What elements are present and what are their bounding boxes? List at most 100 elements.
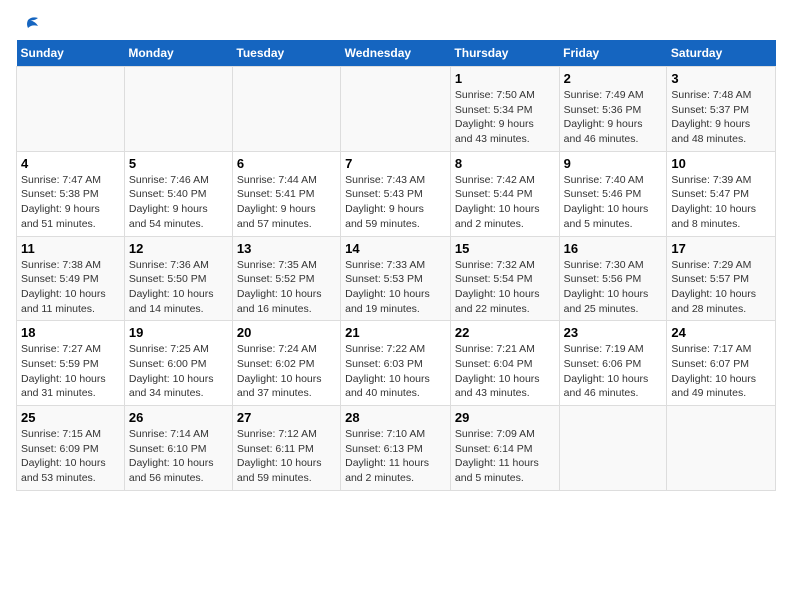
- calendar-cell: 25 Sunrise: 7:15 AMSunset: 6:09 PMDayligh…: [17, 406, 125, 491]
- calendar-cell: 4 Sunrise: 7:47 AMSunset: 5:38 PMDaylight…: [17, 151, 125, 236]
- calendar-cell: [17, 67, 125, 152]
- day-number: 6: [237, 156, 336, 171]
- day-number: 29: [455, 410, 555, 425]
- calendar-cell: 29 Sunrise: 7:09 AMSunset: 6:14 PMDayligh…: [450, 406, 559, 491]
- calendar-cell: 18 Sunrise: 7:27 AMSunset: 5:59 PMDayligh…: [17, 321, 125, 406]
- calendar-cell: 10 Sunrise: 7:39 AMSunset: 5:47 PMDayligh…: [667, 151, 776, 236]
- calendar-cell: 19 Sunrise: 7:25 AMSunset: 6:00 PMDayligh…: [124, 321, 232, 406]
- header-thursday: Thursday: [450, 40, 559, 67]
- day-info: Sunrise: 7:50 AMSunset: 5:34 PMDaylight:…: [455, 88, 555, 147]
- calendar-cell: 12 Sunrise: 7:36 AMSunset: 5:50 PMDayligh…: [124, 236, 232, 321]
- day-info: Sunrise: 7:27 AMSunset: 5:59 PMDaylight:…: [21, 342, 120, 401]
- day-info: Sunrise: 7:47 AMSunset: 5:38 PMDaylight:…: [21, 173, 120, 232]
- logo: [16, 16, 40, 30]
- calendar-cell: 27 Sunrise: 7:12 AMSunset: 6:11 PMDayligh…: [232, 406, 340, 491]
- day-info: Sunrise: 7:19 AMSunset: 6:06 PMDaylight:…: [564, 342, 663, 401]
- day-info: Sunrise: 7:38 AMSunset: 5:49 PMDaylight:…: [21, 258, 120, 317]
- calendar-cell: 6 Sunrise: 7:44 AMSunset: 5:41 PMDaylight…: [232, 151, 340, 236]
- day-info: Sunrise: 7:48 AMSunset: 5:37 PMDaylight:…: [671, 88, 771, 147]
- calendar-header-row: SundayMondayTuesdayWednesdayThursdayFrid…: [17, 40, 776, 67]
- calendar-cell: 2Sunrise: 7:49 AMSunset: 5:36 PMDaylight…: [559, 67, 667, 152]
- calendar-cell: 14 Sunrise: 7:33 AMSunset: 5:53 PMDayligh…: [341, 236, 451, 321]
- header-saturday: Saturday: [667, 40, 776, 67]
- calendar-cell: 8Sunrise: 7:42 AMSunset: 5:44 PMDaylight…: [450, 151, 559, 236]
- header-friday: Friday: [559, 40, 667, 67]
- day-info: Sunrise: 7:39 AMSunset: 5:47 PMDaylight:…: [671, 173, 771, 232]
- calendar-cell: 28 Sunrise: 7:10 AMSunset: 6:13 PMDayligh…: [341, 406, 451, 491]
- calendar-cell: 15 Sunrise: 7:32 AMSunset: 5:54 PMDayligh…: [450, 236, 559, 321]
- day-number: 4: [21, 156, 120, 171]
- day-info: Sunrise: 7:14 AMSunset: 6:10 PMDaylight:…: [129, 427, 228, 486]
- day-info: Sunrise: 7:21 AMSunset: 6:04 PMDaylight:…: [455, 342, 555, 401]
- day-info: Sunrise: 7:12 AMSunset: 6:11 PMDaylight:…: [237, 427, 336, 486]
- day-info: Sunrise: 7:35 AMSunset: 5:52 PMDaylight:…: [237, 258, 336, 317]
- header-monday: Monday: [124, 40, 232, 67]
- logo-bird-icon: [18, 16, 40, 34]
- day-number: 5: [129, 156, 228, 171]
- day-info: Sunrise: 7:33 AMSunset: 5:53 PMDaylight:…: [345, 258, 446, 317]
- day-info: Sunrise: 7:42 AMSunset: 5:44 PMDaylight:…: [455, 173, 555, 232]
- day-number: 19: [129, 325, 228, 340]
- day-number: 7: [345, 156, 446, 171]
- week-row-5: 25 Sunrise: 7:15 AMSunset: 6:09 PMDayligh…: [17, 406, 776, 491]
- day-info: Sunrise: 7:09 AMSunset: 6:14 PMDaylight:…: [455, 427, 555, 486]
- calendar-cell: 22Sunrise: 7:21 AMSunset: 6:04 PMDayligh…: [450, 321, 559, 406]
- day-info: Sunrise: 7:43 AMSunset: 5:43 PMDaylight:…: [345, 173, 446, 232]
- week-row-2: 4 Sunrise: 7:47 AMSunset: 5:38 PMDaylight…: [17, 151, 776, 236]
- day-info: Sunrise: 7:25 AMSunset: 6:00 PMDaylight:…: [129, 342, 228, 401]
- day-info: Sunrise: 7:24 AMSunset: 6:02 PMDaylight:…: [237, 342, 336, 401]
- calendar-cell: 21 Sunrise: 7:22 AMSunset: 6:03 PMDayligh…: [341, 321, 451, 406]
- day-info: Sunrise: 7:15 AMSunset: 6:09 PMDaylight:…: [21, 427, 120, 486]
- day-number: 11: [21, 241, 120, 256]
- calendar-cell: [341, 67, 451, 152]
- day-number: 14: [345, 241, 446, 256]
- calendar-cell: 5 Sunrise: 7:46 AMSunset: 5:40 PMDaylight…: [124, 151, 232, 236]
- day-info: Sunrise: 7:46 AMSunset: 5:40 PMDaylight:…: [129, 173, 228, 232]
- day-number: 2: [564, 71, 663, 86]
- day-number: 26: [129, 410, 228, 425]
- day-info: Sunrise: 7:10 AMSunset: 6:13 PMDaylight:…: [345, 427, 446, 486]
- calendar-cell: 23 Sunrise: 7:19 AMSunset: 6:06 PMDayligh…: [559, 321, 667, 406]
- day-number: 16: [564, 241, 663, 256]
- day-number: 18: [21, 325, 120, 340]
- day-number: 3: [671, 71, 771, 86]
- calendar-cell: 17 Sunrise: 7:29 AMSunset: 5:57 PMDayligh…: [667, 236, 776, 321]
- page-header: [16, 16, 776, 30]
- calendar-cell: [559, 406, 667, 491]
- day-number: 20: [237, 325, 336, 340]
- calendar-cell: 20 Sunrise: 7:24 AMSunset: 6:02 PMDayligh…: [232, 321, 340, 406]
- calendar-cell: 26 Sunrise: 7:14 AMSunset: 6:10 PMDayligh…: [124, 406, 232, 491]
- calendar-cell: [124, 67, 232, 152]
- day-number: 24: [671, 325, 771, 340]
- day-number: 28: [345, 410, 446, 425]
- week-row-3: 11 Sunrise: 7:38 AMSunset: 5:49 PMDayligh…: [17, 236, 776, 321]
- day-number: 9: [564, 156, 663, 171]
- calendar-cell: 3 Sunrise: 7:48 AMSunset: 5:37 PMDaylight…: [667, 67, 776, 152]
- calendar-cell: [667, 406, 776, 491]
- day-number: 12: [129, 241, 228, 256]
- calendar-cell: 7 Sunrise: 7:43 AMSunset: 5:43 PMDaylight…: [341, 151, 451, 236]
- day-number: 25: [21, 410, 120, 425]
- day-number: 17: [671, 241, 771, 256]
- week-row-1: 1 Sunrise: 7:50 AMSunset: 5:34 PMDaylight…: [17, 67, 776, 152]
- day-info: Sunrise: 7:30 AMSunset: 5:56 PMDaylight:…: [564, 258, 663, 317]
- day-info: Sunrise: 7:22 AMSunset: 6:03 PMDaylight:…: [345, 342, 446, 401]
- day-number: 15: [455, 241, 555, 256]
- day-info: Sunrise: 7:36 AMSunset: 5:50 PMDaylight:…: [129, 258, 228, 317]
- day-info: Sunrise: 7:44 AMSunset: 5:41 PMDaylight:…: [237, 173, 336, 232]
- calendar-table: SundayMondayTuesdayWednesdayThursdayFrid…: [16, 40, 776, 491]
- calendar-cell: 1 Sunrise: 7:50 AMSunset: 5:34 PMDaylight…: [450, 67, 559, 152]
- day-number: 21: [345, 325, 446, 340]
- day-number: 13: [237, 241, 336, 256]
- day-number: 27: [237, 410, 336, 425]
- calendar-cell: 9Sunrise: 7:40 AMSunset: 5:46 PMDaylight…: [559, 151, 667, 236]
- day-info: Sunrise: 7:32 AMSunset: 5:54 PMDaylight:…: [455, 258, 555, 317]
- day-number: 23: [564, 325, 663, 340]
- header-tuesday: Tuesday: [232, 40, 340, 67]
- calendar-cell: 11 Sunrise: 7:38 AMSunset: 5:49 PMDayligh…: [17, 236, 125, 321]
- day-number: 10: [671, 156, 771, 171]
- day-info: Sunrise: 7:29 AMSunset: 5:57 PMDaylight:…: [671, 258, 771, 317]
- day-number: 1: [455, 71, 555, 86]
- day-info: Sunrise: 7:17 AMSunset: 6:07 PMDaylight:…: [671, 342, 771, 401]
- header-wednesday: Wednesday: [341, 40, 451, 67]
